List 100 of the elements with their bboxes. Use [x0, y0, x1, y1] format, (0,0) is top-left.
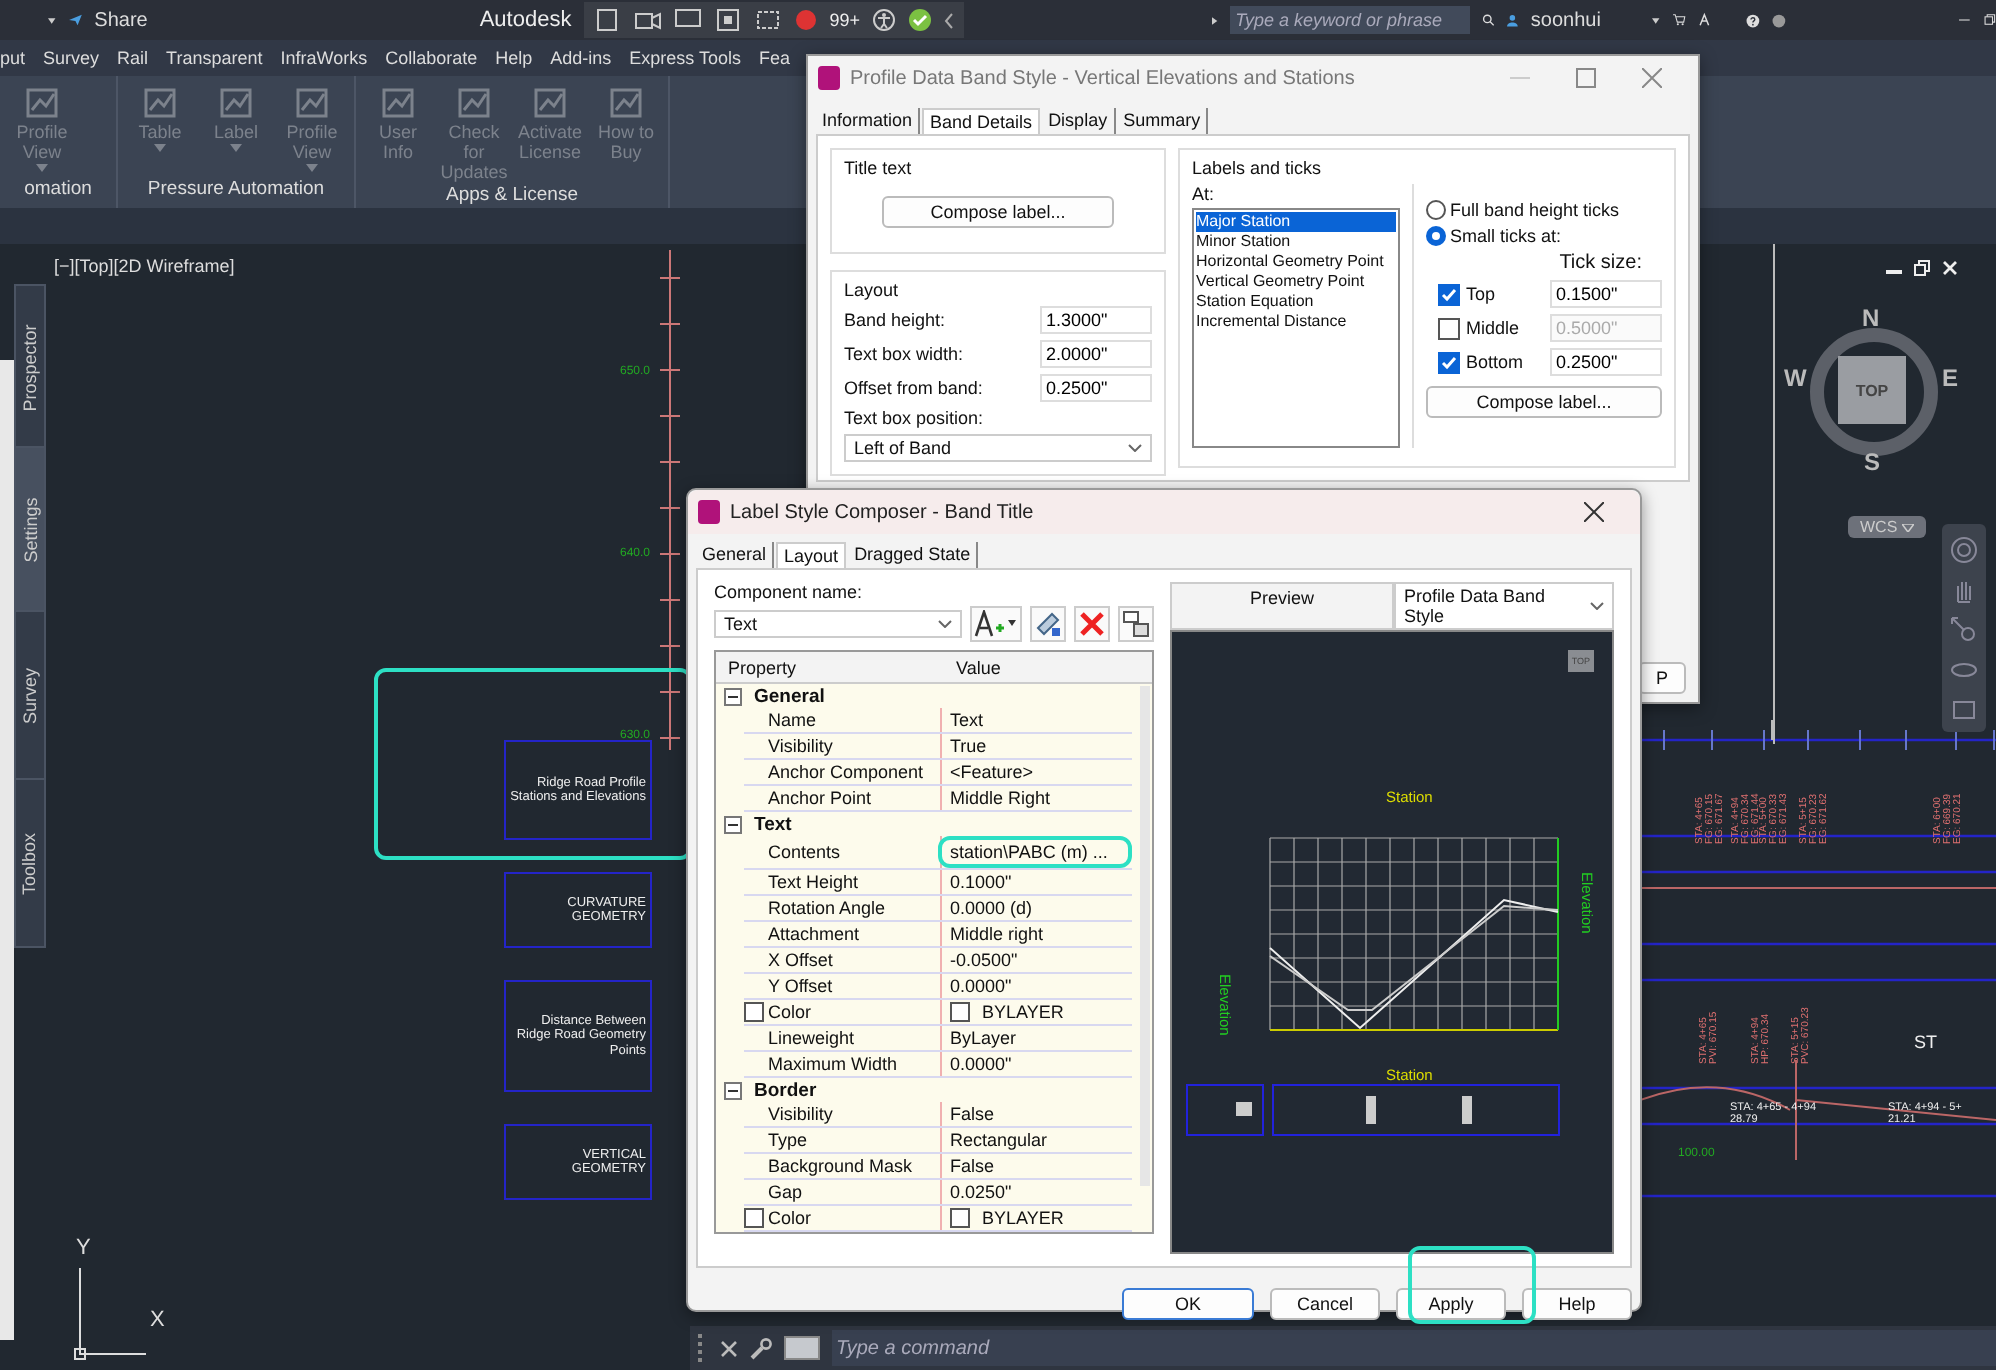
palette-tab[interactable]: Prospector	[14, 284, 46, 450]
property-value[interactable]: True	[950, 736, 987, 756]
list-item[interactable]: Vertical Geometry Point	[1196, 272, 1396, 292]
compose-label-button[interactable]: Compose label...	[882, 196, 1114, 228]
property-value[interactable]: <Feature>	[950, 762, 1034, 782]
ribbon-tab[interactable]: Collaborate	[385, 48, 478, 68]
order-button[interactable]	[1118, 606, 1154, 642]
scrollbar[interactable]	[1140, 686, 1150, 1186]
ribbon-tab[interactable]: Express Tools	[629, 48, 742, 68]
command-field[interactable]: Type a command	[832, 1330, 1996, 1366]
chevron-icon[interactable]	[1590, 602, 1604, 610]
chevron-icon[interactable]	[1128, 444, 1142, 452]
property-value[interactable]: 0.0000"	[950, 1054, 1012, 1074]
list-item[interactable]: Major Station	[1196, 212, 1396, 232]
viewport-label[interactable]: [−][Top][2D Wireframe]	[54, 256, 235, 276]
checkbox[interactable]	[1438, 351, 1460, 373]
property-value[interactable]: Text	[950, 710, 984, 730]
ribbon-tab[interactable]: put	[0, 48, 26, 68]
property-value[interactable]: False	[950, 1104, 995, 1124]
position-dropdown[interactable]: Left of Band	[844, 434, 1152, 462]
dialog-button[interactable]: P	[1638, 662, 1686, 694]
collapse-icon[interactable]	[724, 815, 742, 833]
preview-style-dropdown[interactable]: Profile Data Band Style	[1394, 582, 1614, 630]
property-value[interactable]: Middle Right	[950, 788, 1051, 808]
checkbox[interactable]	[1438, 317, 1460, 339]
restore-icon[interactable]	[1914, 260, 1930, 276]
showmotion-icon[interactable]	[1950, 696, 1978, 724]
input-field[interactable]: 1.3000"	[1040, 306, 1152, 334]
close-icon[interactable]	[1584, 502, 1604, 522]
dialog-tab[interactable]: General	[696, 542, 775, 568]
ribbon-tab[interactable]: Survey	[43, 48, 100, 68]
dialog-button[interactable]: Cancel	[1270, 1288, 1380, 1320]
property-value[interactable]: 0.0000 (d)	[950, 898, 1033, 918]
ribbon-tab[interactable]: Rail	[117, 48, 149, 68]
input-field[interactable]: 0.2500"	[1550, 348, 1662, 376]
camera-icon[interactable]	[633, 8, 662, 32]
input-field[interactable]: 0.1500"	[1550, 280, 1662, 308]
property-value[interactable]: 0.1000"	[950, 872, 1012, 892]
caret-icon[interactable]	[1212, 13, 1218, 27]
property-value[interactable]: 0.0000"	[950, 976, 1012, 996]
dialog-button[interactable]: Help	[1522, 1288, 1632, 1320]
target-icon[interactable]	[753, 8, 782, 32]
input-field[interactable]: 2.0000"	[1040, 340, 1152, 368]
palette-tab[interactable]: Toolbox	[14, 778, 46, 948]
compass-north[interactable]: N	[1862, 304, 1880, 332]
input-field[interactable]: 0.2500"	[1040, 374, 1152, 402]
dialog-tab[interactable]: Band Details	[922, 108, 1041, 134]
ribbon-tab[interactable]: Help	[495, 48, 533, 68]
property-value[interactable]: station\PABC (m) ...	[938, 836, 1132, 868]
frame-icon[interactable]	[713, 8, 742, 32]
close-icon[interactable]	[720, 1339, 738, 1357]
ribbon-tab[interactable]: Fea	[759, 48, 791, 68]
accessibility-icon[interactable]	[872, 8, 896, 32]
list-item[interactable]: Horizontal Geometry Point	[1196, 252, 1396, 272]
compass-east[interactable]: E	[1942, 364, 1959, 392]
palette-tab[interactable]: Survey	[14, 610, 46, 782]
add-text-button[interactable]	[970, 606, 1022, 642]
check-icon[interactable]	[908, 8, 932, 32]
list-item[interactable]: Station Equation	[1196, 292, 1396, 312]
list-item[interactable]: Minor Station	[1196, 232, 1396, 252]
collapse-icon[interactable]	[724, 1081, 742, 1099]
component-dropdown[interactable]: Text	[714, 610, 962, 638]
compose-label-button[interactable]: Compose label...	[1426, 386, 1662, 418]
maximize-icon[interactable]	[1576, 68, 1596, 88]
collapse-icon[interactable]	[724, 687, 742, 705]
ribbon-tab[interactable]: InfraWorks	[280, 48, 368, 68]
copy-component-button[interactable]	[1030, 606, 1066, 642]
wrench-icon[interactable]	[750, 1337, 772, 1359]
dialog-button[interactable]: OK	[1122, 1288, 1254, 1320]
property-value[interactable]: BYLAYER	[976, 1208, 1064, 1228]
radio-button[interactable]	[1426, 226, 1446, 246]
property-value[interactable]: False	[950, 1156, 995, 1176]
property-value[interactable]: ByLayer	[950, 1028, 1017, 1048]
palette-tab[interactable]: Settings	[14, 446, 46, 614]
property-value[interactable]: BYLAYER	[976, 1002, 1064, 1022]
user-name[interactable]: soonhui	[1530, 9, 1601, 31]
dialog-button[interactable]: Apply	[1396, 1288, 1506, 1320]
radio-button[interactable]	[1426, 200, 1446, 220]
search-field[interactable]: Type a keyword or phrase	[1229, 6, 1470, 34]
delete-button[interactable]	[1074, 606, 1110, 642]
property-value[interactable]: -0.0500"	[950, 950, 1018, 970]
document-icon[interactable]	[593, 8, 622, 32]
property-value[interactable]: Middle right	[950, 924, 1044, 944]
checkbox[interactable]	[1438, 283, 1460, 305]
navigation-bar[interactable]	[1942, 524, 1986, 732]
list-item[interactable]: Incremental Distance	[1196, 312, 1396, 332]
share-button[interactable]: Share	[94, 9, 148, 31]
zoom-icon[interactable]	[1950, 616, 1978, 644]
compass-south[interactable]: S	[1864, 448, 1881, 476]
chevron-icon[interactable]	[938, 620, 952, 628]
ribbon-tab[interactable]: Add-ins	[550, 48, 612, 68]
caret-icon[interactable]	[48, 15, 56, 25]
caret-icon[interactable]	[1652, 15, 1661, 25]
steering-wheel-icon[interactable]	[1950, 536, 1978, 564]
screen-icon[interactable]	[673, 8, 702, 32]
dialog-tab[interactable]: Layout	[776, 542, 847, 568]
cube-face[interactable]: TOP	[1838, 356, 1906, 424]
chevron-left-icon[interactable]	[944, 11, 954, 29]
compass-west[interactable]: W	[1784, 364, 1807, 392]
property-value[interactable]: Rectangular	[950, 1130, 1048, 1150]
